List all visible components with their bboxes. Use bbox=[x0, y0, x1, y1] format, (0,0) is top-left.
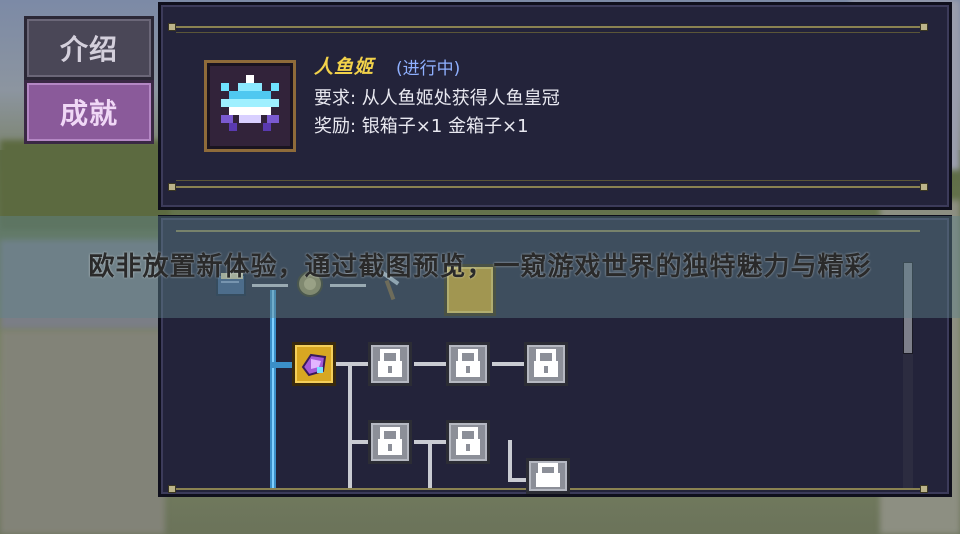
progress-branch bbox=[270, 362, 292, 368]
mermaid-crown-icon bbox=[204, 60, 296, 152]
node-connector bbox=[508, 440, 512, 480]
tab-achievements[interactable]: 成就 bbox=[24, 80, 154, 144]
frame-rivet bbox=[168, 183, 176, 191]
achievement-node-locked[interactable] bbox=[368, 420, 412, 464]
padlock-icon bbox=[378, 427, 402, 455]
achievement-node-locked[interactable] bbox=[524, 342, 568, 386]
padlock-icon bbox=[536, 463, 560, 487]
panel-frame-top-inner bbox=[176, 32, 920, 33]
node-connector bbox=[414, 362, 448, 366]
achievement-node-completed[interactable] bbox=[292, 342, 336, 386]
frame-rivet bbox=[168, 485, 176, 493]
node-connector bbox=[348, 440, 370, 444]
padlock-icon bbox=[378, 349, 402, 377]
node-connector bbox=[336, 362, 370, 366]
panel-frame-bottom-inner bbox=[176, 180, 920, 181]
tab-intro[interactable]: 介绍 bbox=[24, 16, 154, 80]
padlock-icon bbox=[456, 349, 480, 377]
quest-title: 人鱼姬 bbox=[314, 56, 375, 78]
frame-rivet bbox=[168, 23, 176, 31]
frame-rivet bbox=[920, 183, 928, 191]
frame-rivet bbox=[920, 485, 928, 493]
padlock-icon bbox=[456, 427, 480, 455]
amethyst-icon bbox=[301, 353, 327, 377]
stone-block bbox=[0, 330, 165, 534]
frame-rivet bbox=[920, 23, 928, 31]
quest-requirement: 要求: 从人鱼姬处获得人鱼皇冠 bbox=[314, 88, 560, 109]
progress-line-core bbox=[272, 290, 274, 488]
panel-frame-top bbox=[176, 26, 920, 28]
tab-intro-label: 介绍 bbox=[59, 33, 118, 66]
caption-banner: 欧非放置新体验，通过截图预览，一窥游戏世界的独特魅力与精彩 bbox=[0, 216, 960, 318]
node-connector bbox=[492, 362, 526, 366]
quest-reward: 奖励: 银箱子×1 金箱子×1 bbox=[314, 116, 529, 137]
achievement-node-locked[interactable] bbox=[446, 342, 490, 386]
node-connector bbox=[348, 364, 352, 488]
padlock-icon bbox=[534, 349, 558, 377]
panel-frame-bottom bbox=[176, 186, 920, 188]
tab-achievements-label: 成就 bbox=[59, 97, 118, 130]
achievement-node-locked[interactable] bbox=[446, 420, 490, 464]
caption-text: 欧非放置新体验，通过截图预览，一窥游戏世界的独特魅力与精彩 bbox=[88, 252, 872, 282]
quest-status: (进行中) bbox=[396, 59, 461, 79]
achievement-node-locked[interactable] bbox=[526, 458, 570, 494]
node-connector bbox=[428, 440, 432, 488]
achievement-node-locked[interactable] bbox=[368, 342, 412, 386]
